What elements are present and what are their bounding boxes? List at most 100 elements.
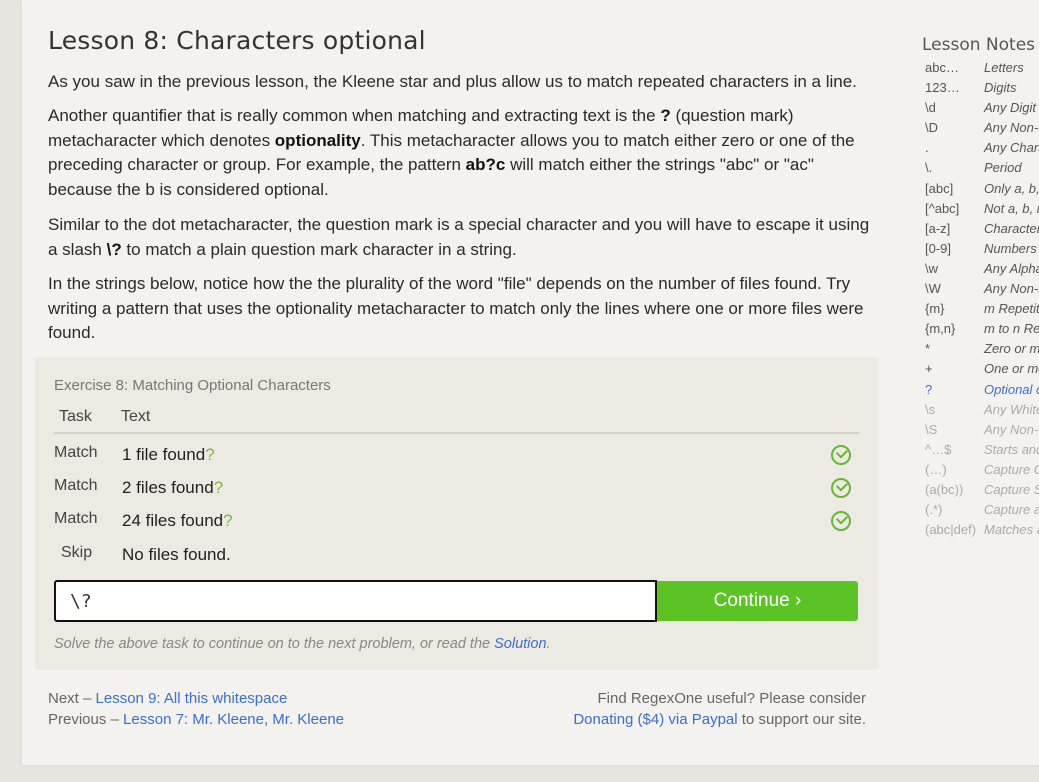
note-code: {m} xyxy=(925,301,945,317)
note-description: Letters xyxy=(984,60,1024,75)
row-text: No files found. xyxy=(122,545,231,564)
note-description: Capture all xyxy=(984,502,1039,518)
exercise-title: Exercise 8: Matching Optional Characters xyxy=(54,377,331,394)
note-code: \d xyxy=(925,100,936,116)
row-task: Match xyxy=(54,510,98,527)
header-divider xyxy=(54,432,859,434)
row-task: Match xyxy=(54,477,98,494)
lesson-note-item: [0-9] Numbers 0 to 9 xyxy=(925,241,1039,261)
row-text: 1 file found? xyxy=(122,445,215,464)
previous-lesson-link[interactable]: Lesson 7: Mr. Kleene, Mr. Kleene xyxy=(123,711,344,728)
lesson-note-item: (a(bc)) Capture Sub-group xyxy=(925,482,1039,502)
note-description: Digits xyxy=(984,80,1017,96)
note-description: Optional character xyxy=(984,381,1039,397)
next-lesson-link[interactable]: Lesson 9: All this whitespace xyxy=(96,690,288,707)
note-description: m to n Repetitions xyxy=(984,321,1039,337)
note-code: . xyxy=(925,140,929,156)
match-highlight: ? xyxy=(205,445,215,464)
check-icon xyxy=(831,445,851,465)
note-description: Matches abc or def xyxy=(984,522,1039,538)
lesson-note-item: (.*) Capture all xyxy=(925,502,1039,522)
note-code: [0-9] xyxy=(925,240,952,256)
note-description: Only a, b, or c xyxy=(984,180,1039,196)
continue-button[interactable]: Continue › xyxy=(657,581,858,621)
lesson-note-item: abc… Letters xyxy=(925,60,1039,80)
match-highlight: ? xyxy=(223,511,233,530)
note-code: ? xyxy=(925,381,933,397)
note-description: Period xyxy=(984,160,1022,176)
donate-note: Find RegexOne useful? Please consider Do… xyxy=(573,690,866,728)
check-icon xyxy=(831,478,851,498)
lesson-note-item: {m} m Repetitions xyxy=(925,301,1039,321)
note-description: Any Alphanumeric character xyxy=(984,260,1039,276)
lesson-note-item: [a-z] Characters a to z xyxy=(925,221,1039,241)
column-header-text: Text xyxy=(121,408,151,425)
note-description: Any Non-alphanumeric character xyxy=(984,281,1039,297)
lesson-note-item: 123… Digits xyxy=(925,80,1039,100)
note-code: (…) xyxy=(925,461,947,477)
lesson-note-item: \D Any Non-digit character xyxy=(925,120,1039,140)
note-code: {m,n} xyxy=(925,321,956,337)
note-code: \s xyxy=(925,401,936,417)
exercise-row: Match 24 files found? xyxy=(35,510,878,540)
lesson-note-item: ^…$ Starts and ends xyxy=(925,442,1039,462)
note-description: Any Non-digit character xyxy=(984,120,1039,136)
lesson-note-item: \S Any Non-whitespace character xyxy=(925,422,1039,442)
check-icon xyxy=(831,511,851,531)
exercise-panel: Exercise 8: Matching Optional Characters… xyxy=(35,357,878,670)
exercise-row: Match 1 file found? xyxy=(35,444,878,474)
exercise-row: Match 2 files found? xyxy=(35,477,878,507)
note-code: 123… xyxy=(925,80,960,96)
lesson-note-item: [^abc] Not a, b, nor c xyxy=(925,201,1039,221)
note-code: + xyxy=(925,361,933,377)
note-code: (abc|def) xyxy=(925,522,977,538)
lesson-note-item: + One or more repetitions xyxy=(925,361,1039,381)
note-description: Any Digit xyxy=(984,100,1037,116)
row-text: 2 files found? xyxy=(122,478,224,497)
lesson-note-item: (…) Capture Group xyxy=(925,462,1039,482)
lesson-title: Lesson 8: Characters optional xyxy=(48,26,426,55)
lesson-paragraph-2: Another quantifier that is really common… xyxy=(48,106,855,199)
lesson-note-item: ? Optional character xyxy=(925,382,1039,402)
lesson-note-item: \W Any Non-alphanumeric character xyxy=(925,281,1039,301)
note-description: Not a, b, nor c xyxy=(984,200,1039,216)
column-header-task: Task xyxy=(59,408,92,425)
lesson-note-item: (abc|def) Matches abc or def xyxy=(925,522,1039,542)
note-code: \W xyxy=(925,281,941,297)
lesson-note-item: \s Any Whitespace xyxy=(925,402,1039,422)
note-code: [a-z] xyxy=(925,220,951,236)
note-description: Characters a to z xyxy=(984,220,1039,236)
lesson-note-item: {m,n} m to n Repetitions xyxy=(925,321,1039,341)
note-description: Any Whitespace xyxy=(984,401,1039,417)
row-task: Match xyxy=(54,444,98,461)
lesson-note-item: \d Any Digit xyxy=(925,100,1039,120)
note-code: (a(bc)) xyxy=(925,481,964,497)
lesson-note-item: \. Period xyxy=(925,160,1039,180)
note-description: Starts and ends xyxy=(984,441,1039,457)
note-description: Any Character xyxy=(984,140,1039,156)
note-description: Zero or more repetitions xyxy=(984,341,1039,357)
lesson-paragraph-1: As you saw in the previous lesson, the K… xyxy=(48,72,857,91)
lesson-paragraph-4: In the strings below, notice how the the… xyxy=(48,274,864,343)
note-code: \. xyxy=(925,160,933,176)
lesson-note-item: \w Any Alphanumeric character xyxy=(925,261,1039,281)
note-code: abc… xyxy=(925,60,959,75)
note-code: \D xyxy=(925,120,938,136)
note-code: \S xyxy=(925,421,938,437)
row-text: 24 files found? xyxy=(122,511,233,530)
lesson-notes-title: Lesson Notes xyxy=(922,35,1036,55)
exercise-row: Skip No files found. xyxy=(35,544,878,574)
row-task: Skip xyxy=(61,544,93,561)
note-code: ^…$ xyxy=(925,441,952,457)
note-description: One or more repetitions xyxy=(984,361,1039,377)
note-code: * xyxy=(925,341,931,357)
lesson-note-item: . Any Character xyxy=(925,140,1039,160)
solution-link[interactable]: Solution xyxy=(494,636,546,652)
note-description: m Repetitions xyxy=(984,301,1039,317)
regex-input[interactable] xyxy=(54,580,657,622)
lesson-notes-list: abc… Letters 123… Digits \d Any Digit \D Any No… xyxy=(925,60,1039,542)
note-description: Capture Group xyxy=(984,461,1039,477)
donate-link[interactable]: Donating ($4) via Paypal xyxy=(573,711,737,728)
note-code: \w xyxy=(925,260,938,276)
note-description: Numbers 0 to 9 xyxy=(984,240,1039,256)
